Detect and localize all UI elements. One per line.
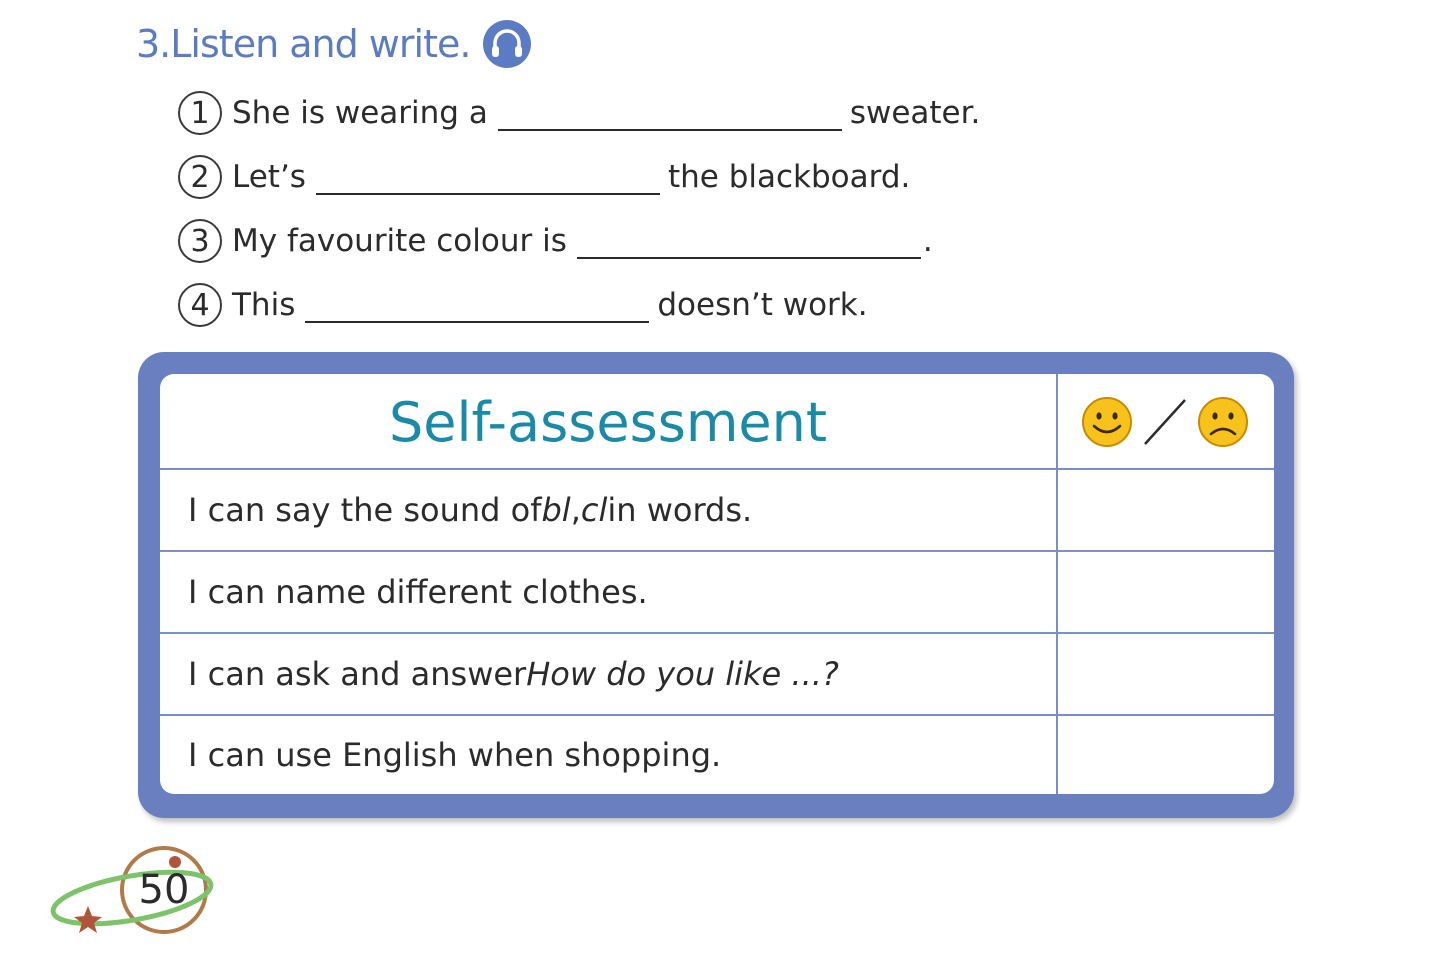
statement-italic: bl xyxy=(541,491,571,529)
exercise-item-4: 4 This doesn’t work. xyxy=(178,280,868,330)
statement-text: , xyxy=(570,491,581,529)
assessment-statement: I can ask and answer How do you like ...… xyxy=(188,634,839,714)
assessment-statement: I can name different clothes. xyxy=(188,552,648,632)
table-header-row: Self-assessment xyxy=(160,374,1274,470)
item-text-after: the blackboard. xyxy=(667,159,911,195)
statement-italic: cl xyxy=(580,491,608,529)
item-number: 3 xyxy=(178,219,222,263)
rating-cell[interactable] xyxy=(1058,634,1274,714)
rating-cell[interactable] xyxy=(1058,470,1274,550)
table-row: I can name different clothes. xyxy=(160,552,1274,634)
item-text-after: . xyxy=(922,223,933,259)
item-text-after: sweater. xyxy=(849,95,981,131)
item-text-before: My favourite colour is xyxy=(232,223,567,259)
table-row: I can use English when shopping. xyxy=(160,716,1274,794)
self-assessment-panel: Self-assessment I can say the sound of b… xyxy=(138,352,1294,818)
slash-divider xyxy=(1144,399,1186,445)
exercise-title: Listen and write. xyxy=(170,22,471,66)
item-number: 4 xyxy=(178,283,222,327)
answer-blank[interactable] xyxy=(576,223,921,259)
self-assessment-title: Self-assessment xyxy=(388,390,828,454)
answer-blank[interactable] xyxy=(497,95,842,131)
headphones-icon[interactable] xyxy=(482,19,532,69)
exercise-item-3: 3 My favourite colour is . xyxy=(178,216,933,266)
item-text-before: Let’s xyxy=(232,159,306,195)
statement-italic: How do you like ...? xyxy=(526,655,839,693)
sad-face-icon xyxy=(1198,397,1248,447)
item-number: 2 xyxy=(178,155,222,199)
rating-faces xyxy=(1082,397,1248,447)
exercise-number: 3. xyxy=(136,22,171,66)
answer-blank[interactable] xyxy=(305,287,650,323)
table-row: I can ask and answer How do you like ...… xyxy=(160,634,1274,716)
answer-blank[interactable] xyxy=(315,159,660,195)
statement-text: I can use English when shopping. xyxy=(188,736,722,774)
assessment-statement: I can use English when shopping. xyxy=(188,716,721,794)
exercise-item-1: 1 She is wearing a sweater. xyxy=(178,88,980,138)
statement-text: I can say the sound of xyxy=(188,491,542,529)
page-number: 50 xyxy=(138,867,190,913)
happy-face-icon xyxy=(1082,397,1132,447)
page-number-badge: 50 xyxy=(44,842,214,942)
self-assessment-table: Self-assessment I can say the sound of b… xyxy=(160,374,1274,794)
statement-text: I can name different clothes. xyxy=(188,573,648,611)
statement-text: in words. xyxy=(607,491,753,529)
assessment-statement: I can say the sound of bl , cl in words. xyxy=(188,470,752,550)
item-text-before: This xyxy=(232,287,296,323)
item-text-after: doesn’t work. xyxy=(657,287,868,323)
rating-cell[interactable] xyxy=(1058,716,1274,794)
table-row: I can say the sound of bl , cl in words. xyxy=(160,470,1274,552)
item-text-before: She is wearing a xyxy=(232,95,488,131)
rating-header xyxy=(1058,374,1274,470)
item-number: 1 xyxy=(178,91,222,135)
exercise-item-2: 2 Let’s the blackboard. xyxy=(178,152,910,202)
exercise-heading: 3. Listen and write. xyxy=(136,14,532,74)
rating-cell[interactable] xyxy=(1058,552,1274,632)
statement-text: I can ask and answer xyxy=(188,655,527,693)
column-divider xyxy=(1056,374,1058,794)
